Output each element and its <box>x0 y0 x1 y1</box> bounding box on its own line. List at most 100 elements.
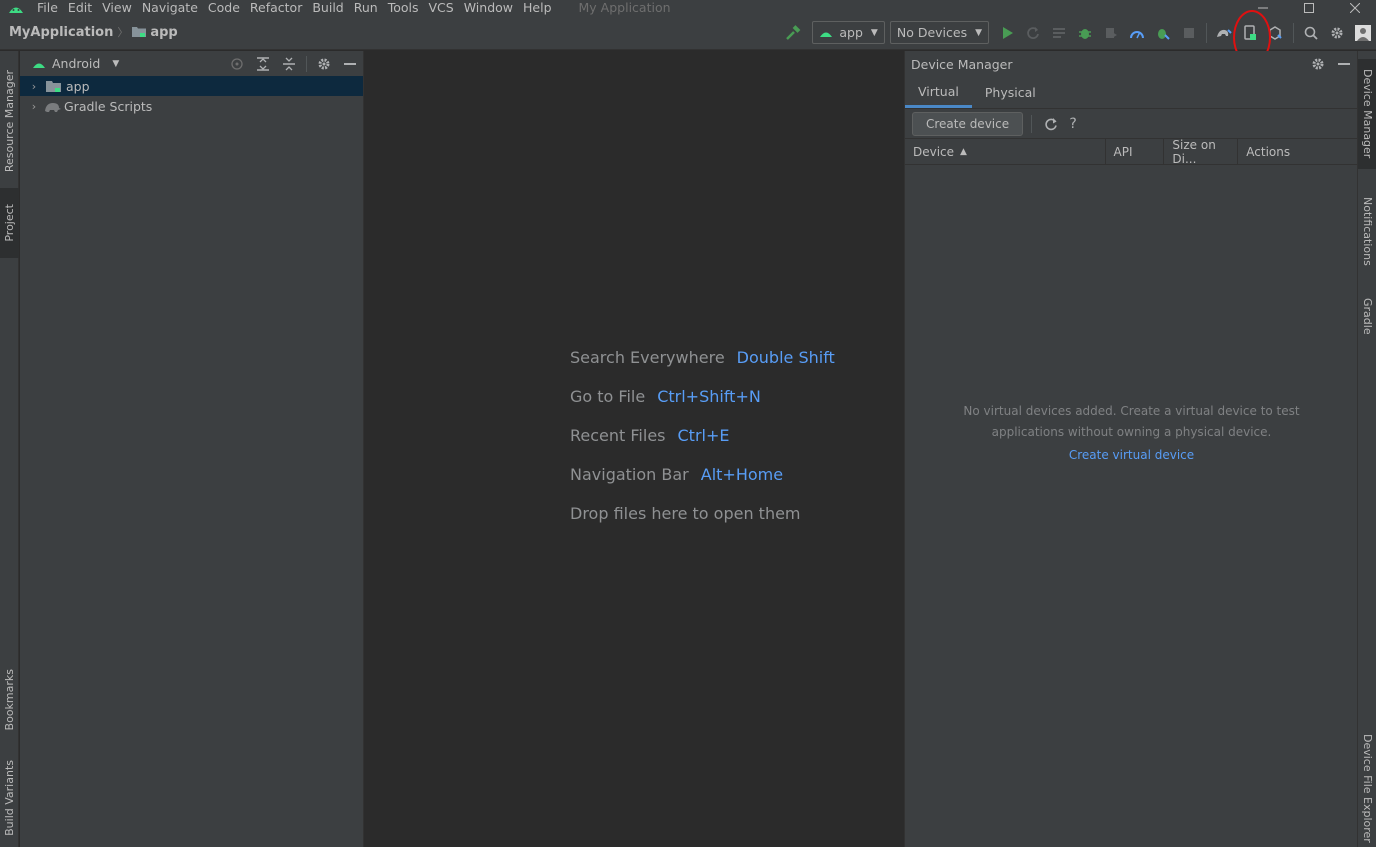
column-actions[interactable]: Actions <box>1238 139 1357 165</box>
hint-action: Go to File <box>570 387 646 406</box>
column-label: Size on Di... <box>1172 137 1216 166</box>
hint-shortcut: Ctrl+E <box>677 426 730 445</box>
menu-code[interactable]: Code <box>203 0 245 15</box>
create-virtual-device-link[interactable]: Create virtual device <box>905 445 1358 466</box>
menu-build[interactable]: Build <box>307 0 348 15</box>
hide-panel-icon[interactable] <box>1331 52 1357 77</box>
project-panel-actions <box>224 51 363 76</box>
hint-recent-files: Recent Files Ctrl+E <box>570 426 835 465</box>
search-icon[interactable] <box>1298 20 1324 46</box>
menu-navigate[interactable]: Navigate <box>137 0 203 15</box>
tab-device-manager[interactable]: Device Manager <box>1358 59 1376 169</box>
profiler-icon[interactable] <box>1124 20 1150 46</box>
tab-project[interactable]: Project <box>0 188 19 258</box>
make-project-hammer-icon[interactable] <box>780 20 806 46</box>
settings-gear-icon[interactable] <box>1324 20 1350 46</box>
device-manager-header-actions <box>1305 51 1357 77</box>
run-config-selector[interactable]: app ▼ <box>812 21 885 44</box>
menu-tools[interactable]: Tools <box>383 0 424 15</box>
tab-physical[interactable]: Physical <box>972 77 1049 108</box>
tab-resource-manager-label: Resource Manager <box>3 70 16 173</box>
device-table-header: Device ▲ API Size on Di... Actions <box>905 137 1357 166</box>
menu-window[interactable]: Window <box>459 0 518 15</box>
expand-chevron-icon[interactable]: › <box>26 100 42 113</box>
tab-resource-manager[interactable]: Resource Manager <box>0 59 19 184</box>
panel-settings-gear-icon[interactable] <box>311 51 337 76</box>
hint-navigation-bar: Navigation Bar Alt+Home <box>570 465 835 504</box>
column-label: API <box>1113 144 1133 159</box>
expand-chevron-icon[interactable]: › <box>26 80 42 93</box>
tab-virtual[interactable]: Virtual <box>905 77 972 108</box>
empty-state-line: No virtual devices added. Create a virtu… <box>963 404 1300 418</box>
tree-item-gradle-scripts[interactable]: › Gradle Scripts <box>20 96 363 116</box>
empty-state: No virtual devices added. Create a virtu… <box>905 401 1358 466</box>
right-tool-stripe: Device Manager Notifications Gradle Devi… <box>1357 51 1376 847</box>
dropdown-arrow-icon: ▼ <box>975 27 982 38</box>
create-device-button[interactable]: Create device <box>912 111 1024 136</box>
tab-gradle-label: Gradle <box>1361 298 1374 335</box>
maximize-button[interactable] <box>1286 0 1332 15</box>
attach-debugger-icon[interactable] <box>1150 20 1176 46</box>
device-manager-actions: Create device ? <box>905 109 1357 139</box>
menu-help[interactable]: Help <box>518 0 557 15</box>
account-avatar-icon[interactable] <box>1350 20 1376 46</box>
tab-device-file-explorer[interactable]: Device File Explorer <box>1358 729 1376 847</box>
android-icon <box>820 32 833 37</box>
breadcrumb-project[interactable]: MyApplication <box>9 25 113 40</box>
run-icon[interactable] <box>994 20 1020 46</box>
select-opened-file-icon[interactable] <box>224 51 250 76</box>
tab-gradle[interactable]: Gradle <box>1358 289 1376 344</box>
project-panel: Android ▼ › app › Gradle Scripts <box>20 51 364 847</box>
hint-action: Recent Files <box>570 426 666 445</box>
hint-shortcut: Alt+Home <box>700 465 784 484</box>
hint-shortcut: Ctrl+Shift+N <box>657 387 761 406</box>
tab-bookmarks[interactable]: Bookmarks <box>0 657 19 742</box>
menu-vcs[interactable]: VCS <box>424 0 459 15</box>
window-title: My Application <box>578 0 671 15</box>
run-config-label: app <box>839 25 863 40</box>
menu-refactor[interactable]: Refactor <box>245 0 307 15</box>
device-selector[interactable]: No Devices ▼ <box>889 21 989 44</box>
collapse-all-icon[interactable] <box>276 51 302 76</box>
column-api[interactable]: API <box>1106 138 1165 165</box>
stop-icon[interactable] <box>1176 20 1202 46</box>
menu-file[interactable]: File <box>32 0 63 15</box>
tab-device-file-explorer-label: Device File Explorer <box>1361 733 1374 843</box>
panel-settings-gear-icon[interactable] <box>1305 52 1331 77</box>
editor-area[interactable]: Search Everywhere Double Shift Go to Fil… <box>365 51 903 847</box>
column-size-on-disk[interactable]: Size on Di... <box>1164 137 1239 166</box>
tab-build-variants-label: Build Variants <box>3 760 16 836</box>
hide-panel-icon[interactable] <box>337 51 363 76</box>
hint-action: Navigation Bar <box>570 465 689 484</box>
help-icon[interactable]: ? <box>1062 111 1084 136</box>
rerun-icon[interactable] <box>1020 20 1046 46</box>
left-tool-stripe: Resource Manager Project Bookmarks Build… <box>0 51 19 847</box>
view-mode-dropdown-icon[interactable]: ▼ <box>112 59 119 69</box>
tree-item-app[interactable]: › app <box>20 76 363 96</box>
close-window-button[interactable] <box>1332 0 1376 15</box>
toolbar-divider <box>1206 22 1207 43</box>
tab-notifications-label: Notifications <box>1361 196 1374 266</box>
hint-action: Search Everywhere <box>570 348 725 367</box>
debug-icon[interactable] <box>1072 20 1098 46</box>
column-label: Actions <box>1246 144 1291 159</box>
apply-changes-icon[interactable] <box>1046 20 1072 46</box>
tab-device-manager-label: Device Manager <box>1361 69 1374 159</box>
project-view-mode[interactable]: Android <box>52 56 100 71</box>
sort-ascending-icon: ▲ <box>960 146 967 157</box>
hint-action: Drop files here to open them <box>570 504 801 523</box>
expand-all-icon[interactable] <box>250 51 276 76</box>
tab-notifications[interactable]: Notifications <box>1358 186 1376 276</box>
device-manager-title: Device Manager <box>911 56 1013 72</box>
refresh-icon[interactable] <box>1040 111 1062 136</box>
device-manager-tabs: Virtual Physical <box>905 77 1357 109</box>
breadcrumb-module[interactable]: app <box>150 25 177 40</box>
menu-view[interactable]: View <box>97 0 137 15</box>
tab-build-variants[interactable]: Build Variants <box>0 752 19 844</box>
menu-edit[interactable]: Edit <box>63 0 97 15</box>
run-with-coverage-icon[interactable] <box>1098 20 1124 46</box>
device-manager-header: Device Manager <box>905 51 1357 77</box>
column-device[interactable]: Device ▲ <box>905 138 1106 165</box>
project-panel-header: Android ▼ <box>20 51 363 76</box>
menu-run[interactable]: Run <box>349 0 383 15</box>
